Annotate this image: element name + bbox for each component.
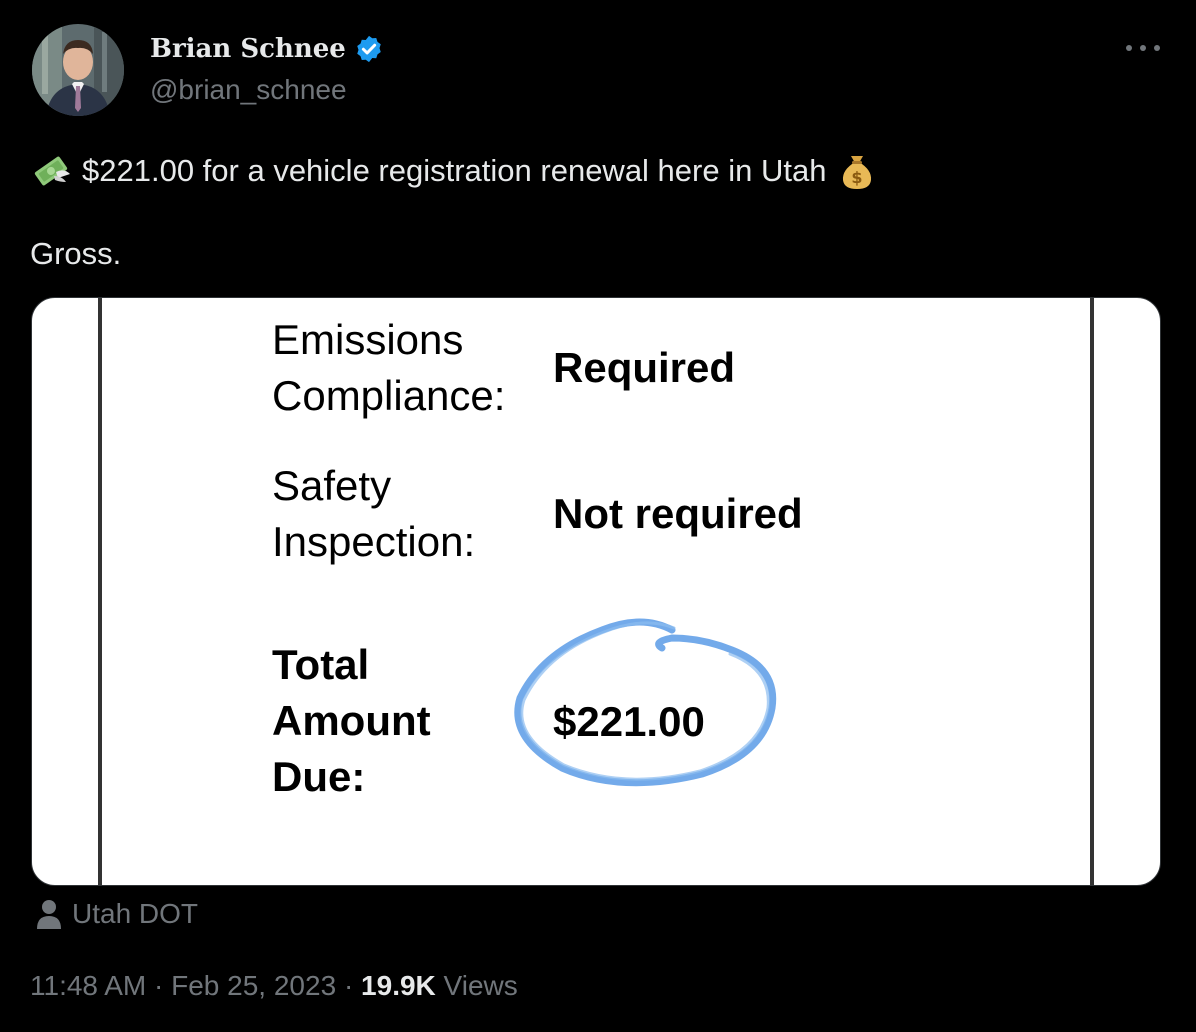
image-source[interactable]: Utah DOT	[36, 898, 198, 930]
emissions-label: Emissions Compliance:	[272, 316, 506, 419]
tweet-date[interactable]: Feb 25, 2023	[171, 970, 336, 1001]
avatar[interactable]	[32, 24, 124, 116]
tweet-text-line-2: Gross.	[30, 236, 121, 272]
document-border-left	[98, 298, 102, 885]
tweet-time[interactable]: 11:48 AM	[30, 970, 146, 1001]
display-name-text: Brian Schnee	[150, 34, 346, 64]
source-label: Utah DOT	[72, 898, 199, 929]
person-icon	[37, 900, 61, 929]
profile-photo-icon	[32, 24, 124, 116]
money-with-wings-emoji-icon	[34, 156, 70, 186]
author-name[interactable]: Brian Schnee	[150, 34, 384, 64]
tweet-image[interactable]: Emissions Compliance: Required Safety In…	[31, 297, 1161, 886]
emissions-value: Required	[553, 344, 736, 391]
more-options-icon[interactable]	[1126, 36, 1160, 60]
tweet-text-line-1: $221.00 for a vehicle registration renew…	[30, 150, 878, 192]
tweet-text-gross: Gross.	[30, 236, 122, 271]
document-border-right	[1090, 298, 1094, 885]
verified-badge-icon	[357, 35, 381, 63]
views-count: 19.9K	[361, 970, 436, 1001]
separator: ·	[154, 970, 164, 1001]
safety-value: Not required	[553, 490, 803, 537]
views-label: Views	[443, 970, 518, 1001]
safety-label: Safety Inspection:	[272, 462, 476, 565]
money-bag-emoji-icon: $	[843, 156, 872, 189]
svg-text:$: $	[852, 168, 863, 187]
author-handle[interactable]: @brian_schnee	[150, 74, 347, 106]
total-label: Total Amount Due:	[272, 641, 431, 800]
total-value: $221.00	[553, 698, 705, 745]
tweet-meta: 11:48 AM · Feb 25, 2023 · 19.9K Views	[30, 970, 518, 1002]
separator: ·	[343, 970, 354, 1001]
tweet-text: $221.00 for a vehicle registration renew…	[82, 153, 827, 188]
